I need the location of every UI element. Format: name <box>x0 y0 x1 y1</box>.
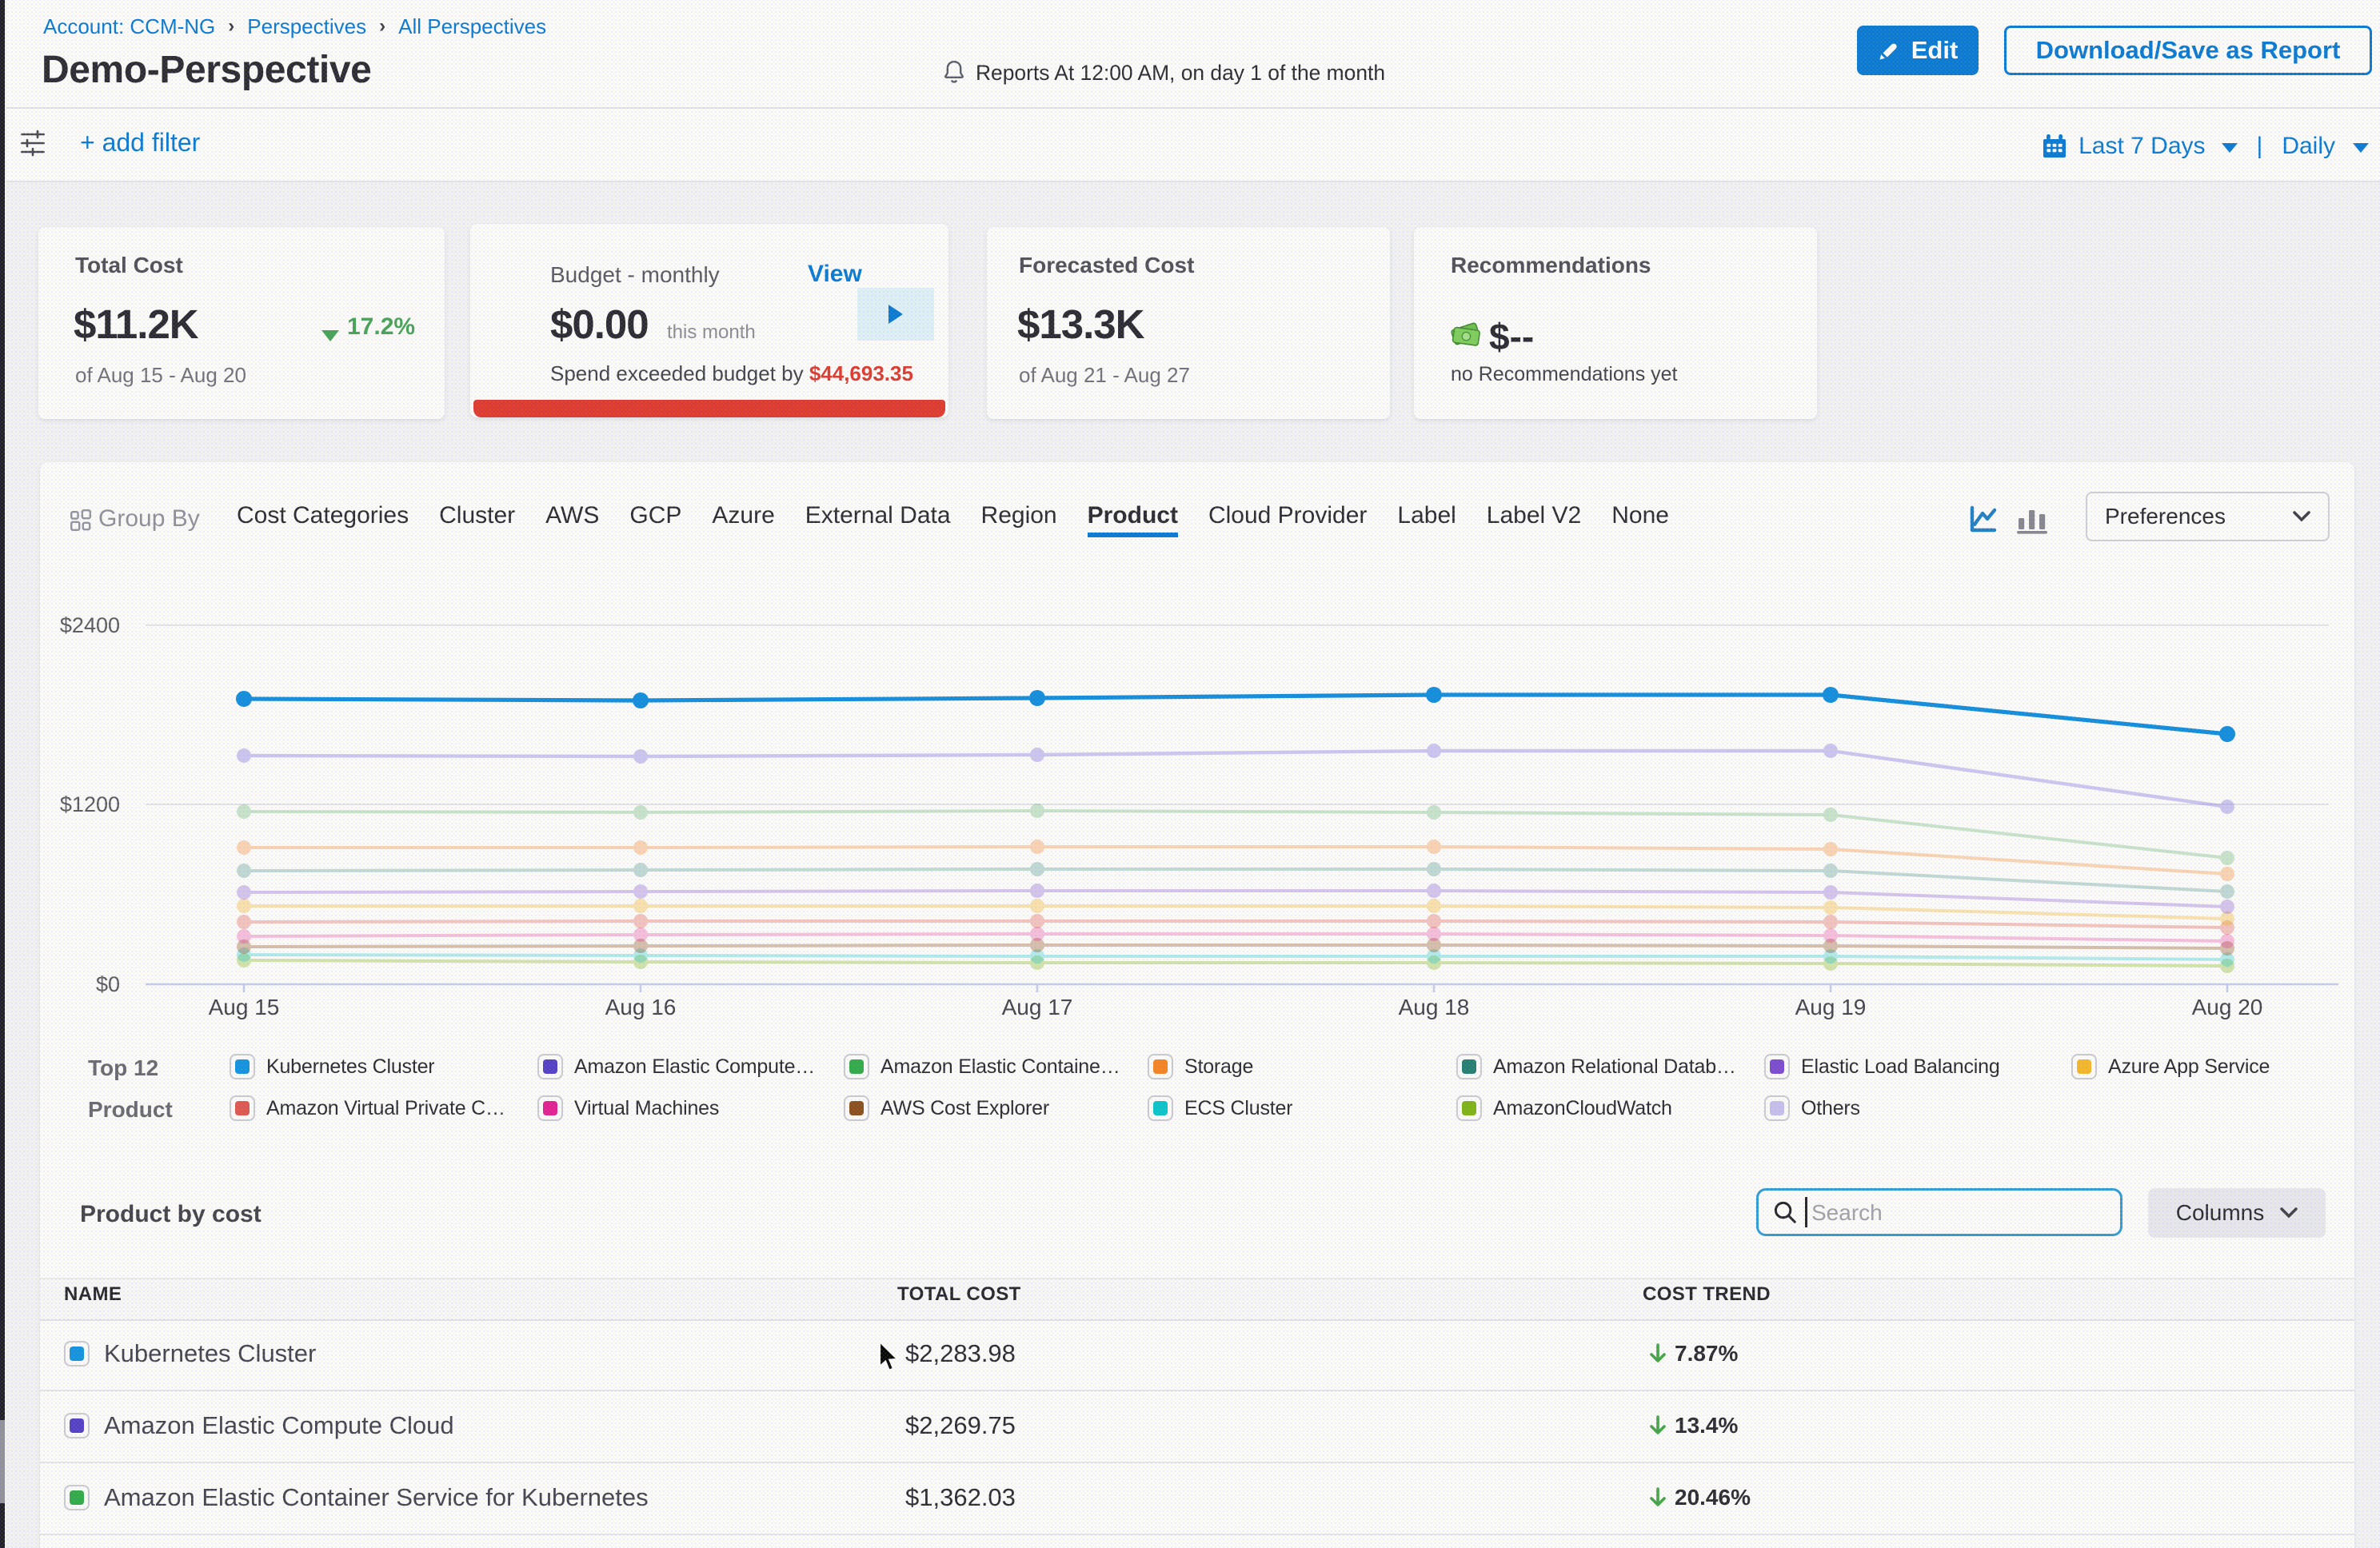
svg-text:$1200: $1200 <box>60 792 120 816</box>
svg-text:Aug 19: Aug 19 <box>1795 995 1867 1019</box>
svg-text:Aug 15: Aug 15 <box>209 995 280 1019</box>
svg-text:Aug 16: Aug 16 <box>605 995 677 1019</box>
svg-text:Aug 17: Aug 17 <box>1002 995 1073 1019</box>
svg-text:$2400: $2400 <box>60 613 120 637</box>
svg-text:Aug 18: Aug 18 <box>1399 995 1470 1019</box>
svg-text:$0: $0 <box>96 972 120 996</box>
svg-text:Aug 20: Aug 20 <box>2192 995 2263 1019</box>
